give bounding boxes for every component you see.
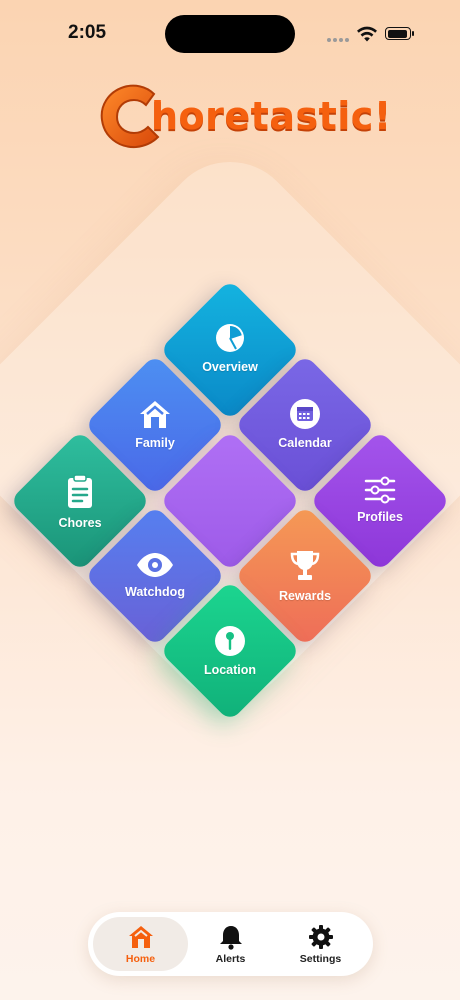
bell-icon [219, 926, 242, 950]
app-name: horetastic! [151, 94, 392, 138]
gear-icon [308, 925, 333, 949]
tab-home[interactable]: Home [93, 917, 188, 971]
tab-bar: Home Alerts Settings [88, 912, 373, 976]
tab-home-label: Home [125, 953, 156, 965]
battery-icon [385, 27, 414, 40]
status-time: 2:05 [68, 22, 107, 43]
home-icon [128, 926, 153, 948]
signal-icon [327, 38, 351, 42]
tab-alerts-label: Alerts [215, 953, 246, 965]
tab-alerts[interactable]: Alerts [183, 917, 278, 971]
dynamic-island [165, 15, 295, 53]
tab-settings[interactable]: Settings [273, 917, 368, 971]
wifi-icon [357, 26, 377, 42]
tab-settings-label: Settings [299, 953, 342, 965]
app-logo: horetastic! [96, 80, 391, 152]
